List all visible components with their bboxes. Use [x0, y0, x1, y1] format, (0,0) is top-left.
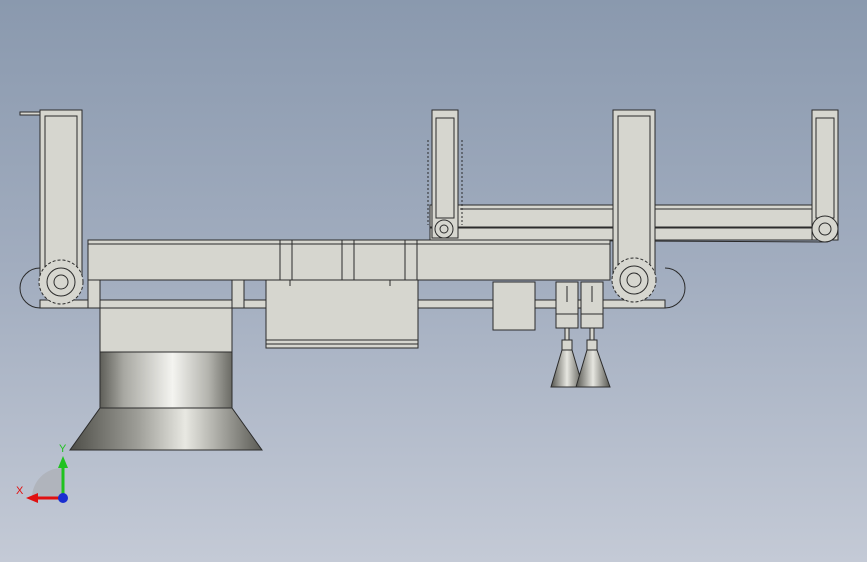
main-beam [87, 239, 611, 281]
beam-post-right [231, 279, 245, 309]
model-drawing[interactable] [0, 0, 867, 562]
z-axis-dot [58, 493, 68, 503]
beam-post-left [87, 279, 101, 309]
sensor-box [492, 281, 536, 331]
middle-upright [611, 109, 657, 303]
large-suction-cup [69, 307, 263, 451]
cad-viewport[interactable]: Y X [0, 0, 867, 562]
gearbox-block [265, 279, 419, 349]
triad-quarter-disc [32, 468, 62, 498]
twin-cylinders [555, 281, 604, 341]
x-axis-label: X [16, 485, 24, 497]
rear-upright-right [811, 109, 839, 243]
axis-triad [26, 456, 68, 503]
y-axis-arrow [58, 456, 68, 468]
rear-upright-left [427, 109, 463, 239]
y-axis-label: Y [59, 443, 67, 455]
left-upright [19, 109, 84, 305]
x-axis-arrow [26, 493, 38, 503]
small-suction-cups [550, 339, 611, 388]
